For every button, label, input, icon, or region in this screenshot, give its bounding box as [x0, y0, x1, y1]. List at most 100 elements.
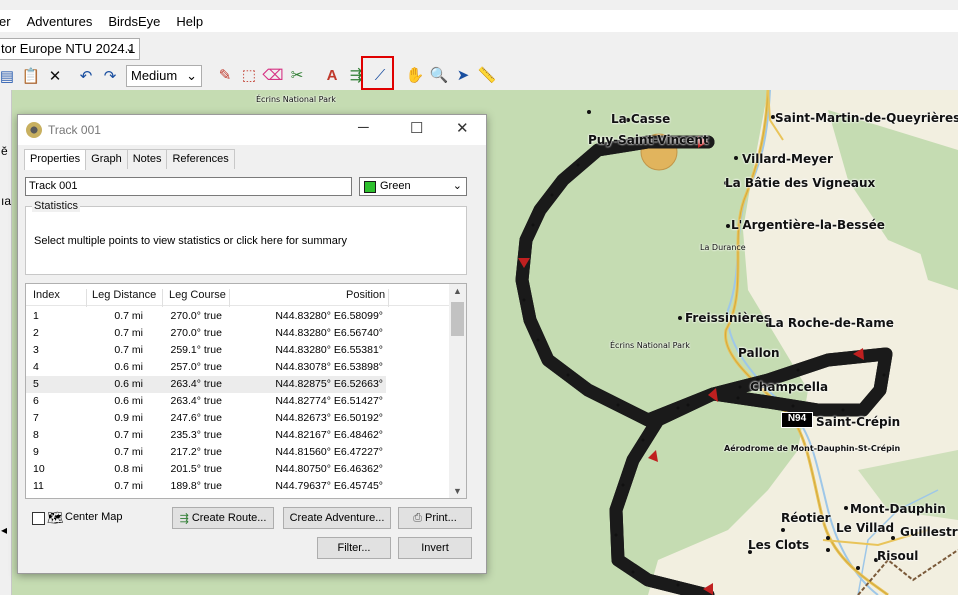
table-cell: 259.1° true [170, 344, 223, 356]
table-cell: 263.4° true [170, 395, 223, 407]
route-icon: ⇶ [179, 512, 189, 525]
zoom-icon[interactable]: 🔍 [428, 64, 450, 86]
table-row[interactable]: 5 0.6 mi 263.4° true N44.82875° E6.52663° [26, 376, 386, 393]
print-button[interactable]: ⎙ Print... [398, 507, 472, 529]
table-cell: 257.0° true [170, 361, 223, 373]
create-route-button[interactable]: ⇶ Create Route... [172, 507, 274, 529]
center-map-checkbox[interactable] [32, 512, 45, 525]
hand-icon[interactable]: ✋ [404, 64, 426, 86]
measure-icon[interactable]: 📏 [476, 64, 498, 86]
invert-button[interactable]: Invert [398, 537, 472, 559]
filter-button[interactable]: Filter... [317, 537, 391, 559]
chevron-down-icon: ⌄ [186, 68, 197, 83]
map-product-select[interactable]: tor Europe NTU 2024.1 ⌄ [0, 38, 140, 60]
table-row[interactable]: 8 0.7 mi 235.3° true N44.82167° E6.48462° [26, 427, 386, 444]
table-row[interactable]: 10 0.8 mi 201.5° true N44.80750° E6.46362° [26, 461, 386, 478]
table-row[interactable]: 1 0.7 mi 270.0° true N44.83280° E6.58099° [26, 308, 386, 325]
select-region-icon[interactable]: ⬚ [238, 64, 260, 86]
scroll-thumb[interactable] [451, 302, 464, 336]
table-cell: 1 [33, 310, 39, 322]
table-cell: 0.7 mi [114, 327, 143, 339]
delete-icon[interactable]: ✕ [44, 65, 66, 87]
table-row[interactable]: 2 0.7 mi 270.0° true N44.83280° E6.56740° [26, 325, 386, 342]
tab-properties[interactable]: Properties [24, 149, 87, 170]
tab-graph[interactable]: Graph [85, 149, 128, 169]
menu-birdseye[interactable]: BirdsEye [100, 14, 168, 29]
draw-icon[interactable]: ✎ [214, 64, 236, 86]
pointer-icon[interactable]: ➤ [452, 64, 474, 86]
menu-help[interactable]: Help [168, 14, 211, 29]
redo-icon[interactable]: ↷ [99, 65, 121, 87]
table-cell: N44.81560° E6.47227° [275, 446, 383, 458]
column-leg-course[interactable]: Leg Course [169, 289, 226, 301]
table-row[interactable]: 7 0.9 mi 247.6° true N44.82673° E6.50192° [26, 410, 386, 427]
text-tool-icon[interactable]: A [321, 64, 343, 86]
tab-references[interactable]: References [166, 149, 235, 169]
table-cell: N44.83280° E6.56740° [275, 327, 383, 339]
map-label: Freissinières [685, 311, 771, 325]
table-row[interactable]: 4 0.6 mi 257.0° true N44.83078° E6.53898° [26, 359, 386, 376]
table-row[interactable]: 3 0.7 mi 259.1° true N44.83280° E6.55381° [26, 342, 386, 359]
table-cell: 189.8° true [170, 480, 223, 492]
map-label: Réotier [781, 511, 831, 525]
scroll-up-icon[interactable]: ▲ [453, 286, 462, 296]
map-product-toolbar: tor Europe NTU 2024.1 ⌄ [0, 36, 958, 62]
create-adventure-button[interactable]: Create Adventure... [283, 507, 391, 529]
table-cell: N44.83280° E6.55381° [275, 344, 383, 356]
statistics-message[interactable]: Select multiple points to view statistic… [34, 235, 347, 247]
statistics-legend: Statistics [32, 200, 81, 212]
printer-icon: ⎙ [413, 511, 422, 524]
table-cell: 11 [33, 480, 44, 492]
scroll-down-icon[interactable]: ▼ [453, 486, 462, 496]
dialog-titlebar[interactable]: Track 001 ─ ☐ ✕ [18, 115, 486, 145]
map-label: Champcella [750, 380, 829, 394]
table-cell: 7 [33, 412, 39, 424]
column-index[interactable]: Index [33, 289, 60, 301]
track-color-select[interactable]: Green ⌄ [359, 177, 467, 196]
menu-file[interactable]: er [0, 14, 19, 29]
menu-bar: er Adventures BirdsEye Help [0, 10, 958, 32]
table-row[interactable]: 11 0.7 mi 189.8° true N44.79637° E6.45745° [26, 478, 386, 495]
track-points-list[interactable]: Index Leg Distance Leg Course Position 1… [25, 283, 467, 499]
table-row[interactable]: 9 0.7 mi 217.2° true N44.81560° E6.47227° [26, 444, 386, 461]
maximize-icon[interactable]: ☐ [410, 119, 423, 137]
table-cell: 201.5° true [170, 463, 223, 475]
table-cell: N44.80750° E6.46362° [275, 463, 383, 475]
detail-level-select[interactable]: Medium ⌄ [126, 65, 202, 87]
map-label: La Roche-de-Rame [768, 316, 894, 330]
table-cell: N44.79637° E6.45745° [275, 480, 383, 492]
statistics-group[interactable]: Statistics Select multiple points to vie… [25, 200, 467, 275]
track-color-value: Green [380, 180, 411, 192]
column-leg-distance[interactable]: Leg Distance [92, 289, 156, 301]
table-cell: N44.82673° E6.50192° [275, 412, 383, 424]
print-label: Print... [425, 512, 457, 524]
table-cell: N44.82774° E6.51427° [275, 395, 383, 407]
table-cell: 10 [33, 463, 45, 475]
tool-group: ✎ ⬚ ⌫ ✂ A ⇶ ⟋ ✋ 🔍 ➤ 📏 [213, 64, 499, 86]
undo-icon[interactable]: ↶ [75, 65, 97, 87]
table-cell: 0.7 mi [114, 480, 143, 492]
close-icon[interactable]: ✕ [456, 119, 469, 137]
table-cell: 0.9 mi [114, 412, 143, 424]
map-label: Écrins National Park [610, 341, 690, 350]
chevron-left-icon[interactable]: ◂ [1, 523, 7, 537]
table-cell: N44.82167° E6.48462° [275, 429, 383, 441]
menu-adventures[interactable]: Adventures [19, 14, 101, 29]
track-name-input[interactable]: Track 001 [25, 177, 352, 196]
scissors-icon[interactable]: ✂ [286, 64, 308, 86]
table-cell: N44.83078° E6.53898° [275, 361, 383, 373]
table-cell: 247.6° true [170, 412, 223, 424]
list-scrollbar[interactable]: ▲ ▼ [449, 284, 466, 498]
track-properties-dialog: Track 001 ─ ☐ ✕ Properties Graph Notes R… [17, 114, 487, 574]
tab-notes[interactable]: Notes [126, 149, 168, 169]
paste-icon[interactable]: ▤ [0, 65, 18, 87]
left-panel-edge: ĕ ıa ◂ [0, 90, 12, 595]
column-position[interactable]: Position [346, 289, 385, 301]
eraser-icon[interactable]: ⌫ [262, 64, 284, 86]
map-label: Guillestre [900, 525, 958, 539]
table-cell: 5 [33, 378, 39, 390]
clipboard-icon[interactable]: 📋 [20, 65, 42, 87]
table-row[interactable]: 6 0.6 mi 263.4° true N44.82774° E6.51427° [26, 393, 386, 410]
minimize-icon[interactable]: ─ [358, 119, 369, 136]
map-label: La Durance [700, 243, 746, 252]
